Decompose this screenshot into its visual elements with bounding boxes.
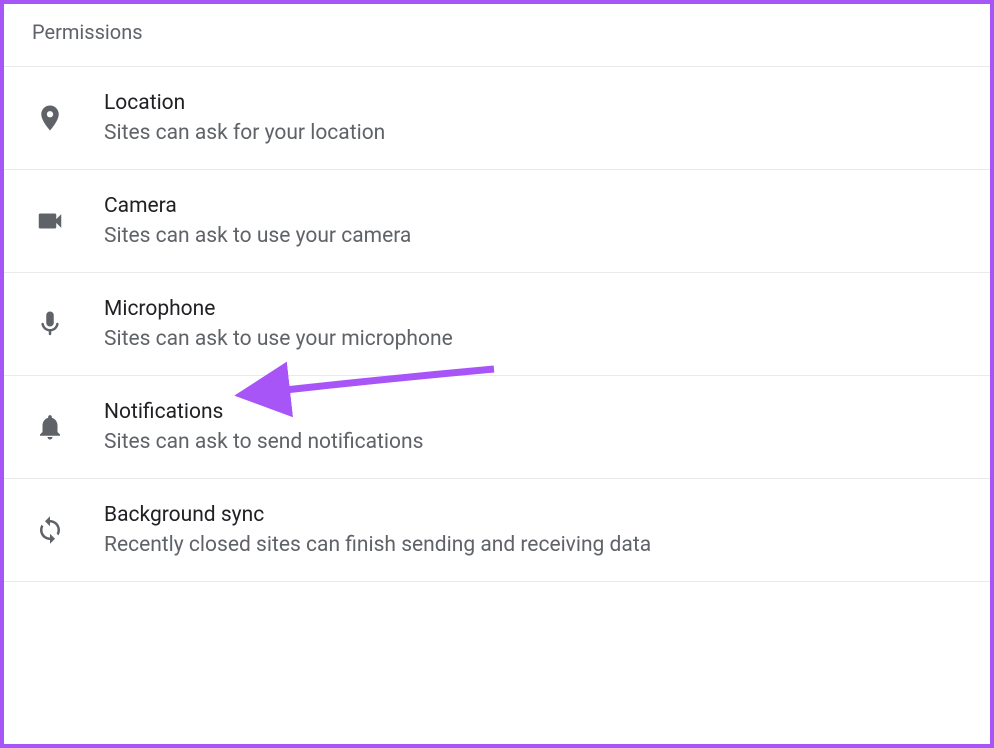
permission-desc: Sites can ask for your location [104, 121, 385, 145]
permission-row-background-sync[interactable]: Background sync Recently closed sites ca… [4, 479, 990, 582]
permission-title: Microphone [104, 297, 453, 321]
permission-text: Background sync Recently closed sites ca… [104, 503, 651, 557]
sync-icon [32, 512, 68, 548]
permission-text: Notifications Sites can ask to send noti… [104, 400, 423, 454]
permission-row-location[interactable]: Location Sites can ask for your location [4, 67, 990, 170]
permission-desc: Sites can ask to use your microphone [104, 327, 453, 351]
microphone-icon [32, 306, 68, 342]
section-title: Permissions [4, 4, 990, 66]
permission-title: Background sync [104, 503, 651, 527]
permission-desc: Sites can ask to use your camera [104, 224, 411, 248]
permission-title: Notifications [104, 400, 423, 424]
location-icon [32, 100, 68, 136]
permission-text: Camera Sites can ask to use your camera [104, 194, 411, 248]
permissions-panel: Permissions Location Sites can ask for y… [0, 0, 994, 748]
permissions-list: Location Sites can ask for your location… [4, 66, 990, 582]
permission-text: Microphone Sites can ask to use your mic… [104, 297, 453, 351]
permission-row-notifications[interactable]: Notifications Sites can ask to send noti… [4, 376, 990, 479]
camera-icon [32, 203, 68, 239]
permission-desc: Sites can ask to send notifications [104, 430, 423, 454]
permission-text: Location Sites can ask for your location [104, 91, 385, 145]
permission-title: Location [104, 91, 385, 115]
permission-row-camera[interactable]: Camera Sites can ask to use your camera [4, 170, 990, 273]
permission-row-microphone[interactable]: Microphone Sites can ask to use your mic… [4, 273, 990, 376]
notifications-icon [32, 409, 68, 445]
permission-desc: Recently closed sites can finish sending… [104, 533, 651, 557]
permission-title: Camera [104, 194, 411, 218]
